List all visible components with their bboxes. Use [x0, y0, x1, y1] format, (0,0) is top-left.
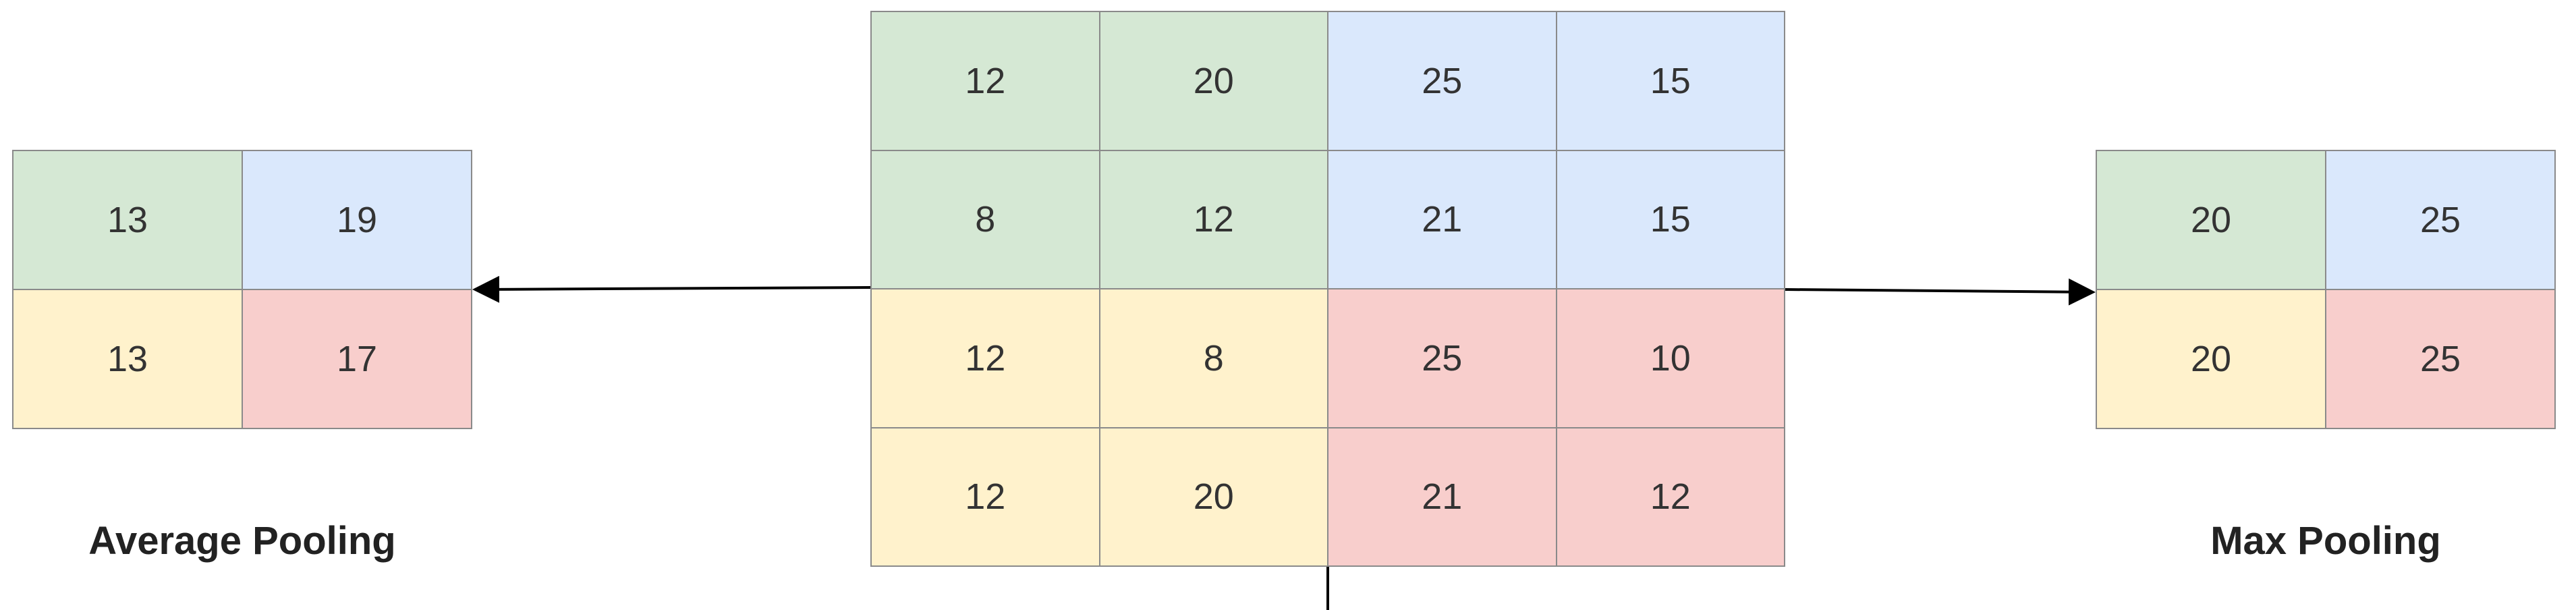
input-matrix-cell: 12 [872, 12, 1099, 150]
max-pooling-cell: 25 [2326, 151, 2554, 289]
input-matrix-cell: 25 [1328, 289, 1556, 427]
input-matrix-cell: 21 [1328, 428, 1556, 565]
max-pooling-label: Max Pooling [2210, 519, 2441, 563]
input-matrix-cell: 15 [1557, 150, 1784, 288]
input-matrix-cell: 21 [1328, 150, 1556, 288]
input-matrix-cell: 12 [1557, 428, 1784, 565]
average-pooling-cell: 17 [243, 290, 471, 428]
max-pooling-cell: 20 [2097, 151, 2325, 289]
average-pooling-cell: 13 [13, 151, 242, 289]
input-matrix-cell: 8 [1100, 289, 1327, 427]
max-pooling-cell: 25 [2326, 290, 2554, 428]
average-pooling-cell: 19 [243, 151, 471, 289]
input-matrix-cell: 15 [1557, 12, 1784, 150]
average-pooling-label: Average Pooling [88, 519, 396, 563]
input-matrix-cell: 12 [872, 289, 1099, 427]
input-matrix-cell: 25 [1328, 12, 1556, 150]
input-matrix-cell: 10 [1557, 289, 1784, 427]
input-matrix-cell: 20 [1100, 12, 1327, 150]
average-pooling-output: 13 19 13 17 [12, 150, 472, 429]
input-matrix: 12 20 25 15 8 12 21 15 12 8 25 10 12 20 21 12 [870, 11, 1785, 567]
input-matrix-cell: 12 [872, 428, 1099, 565]
input-matrix-cell: 20 [1100, 428, 1327, 565]
input-matrix-cell: 8 [872, 150, 1099, 288]
arrow-to-max-pooling [1785, 278, 2096, 306]
input-matrix-cell: 12 [1100, 150, 1327, 288]
max-pooling-cell: 20 [2097, 290, 2325, 428]
max-pooling-output: 20 25 20 25 [2096, 150, 2556, 429]
arrow-to-average-pooling [472, 275, 871, 303]
average-pooling-cell: 13 [13, 290, 242, 428]
